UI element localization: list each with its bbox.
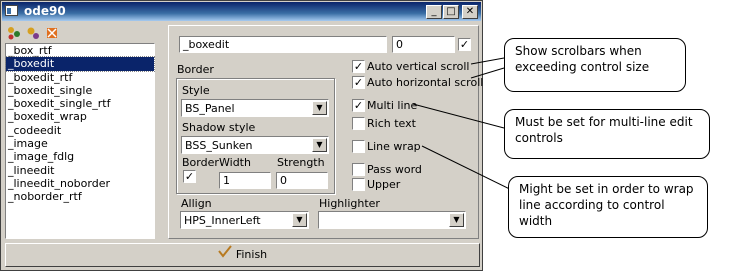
note-wrap: Might be set in order to wrap line accor… [508,176,708,238]
note-multiline: Must be set for multi-line edit controls [504,109,710,159]
note-scrollbars: Show scrolbars when exceeding control si… [504,38,686,92]
